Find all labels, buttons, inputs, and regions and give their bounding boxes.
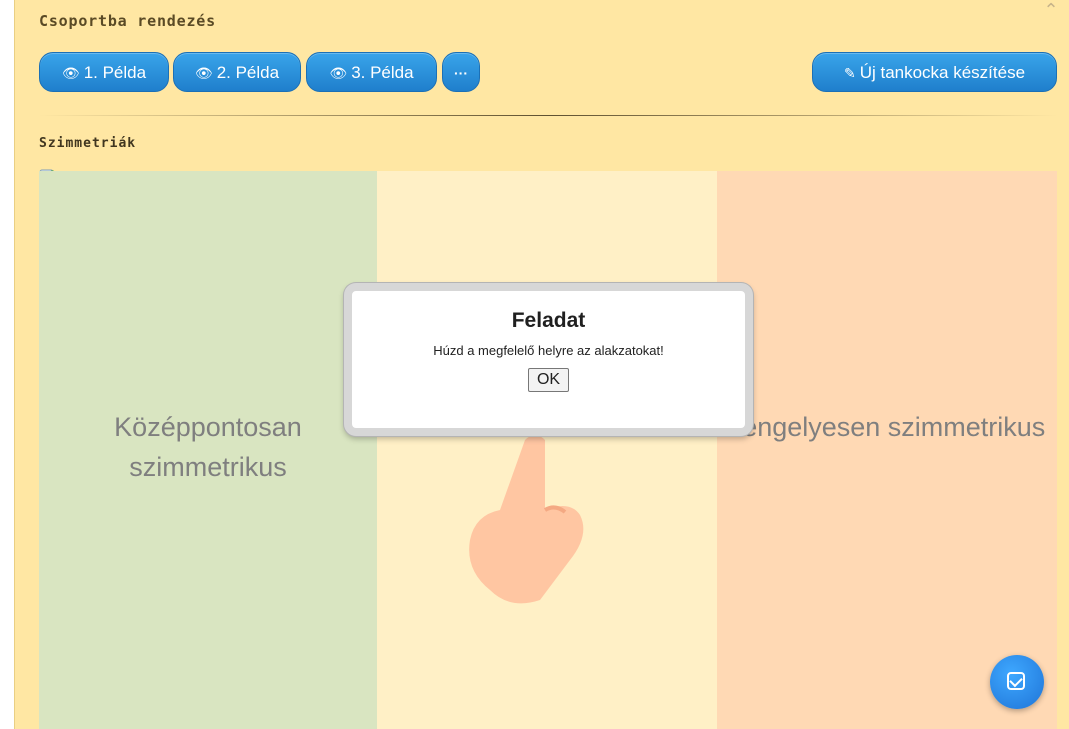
- column-label: Középpontosan szimmetrikus: [114, 412, 302, 482]
- example-2-button[interactable]: 👁 2. Példa: [173, 52, 301, 92]
- ok-button[interactable]: OK: [527, 368, 570, 392]
- sub-title: Szimmetriák: [39, 136, 137, 151]
- divider: [39, 115, 1057, 116]
- more-icon: ···: [454, 65, 468, 81]
- column-central-symmetric[interactable]: Középpontosan szimmetrikus: [39, 171, 377, 729]
- collapse-icon[interactable]: ⌃: [1040, 1, 1062, 19]
- pointing-hand-icon: [469, 435, 584, 604]
- column-axial-symmetric[interactable]: Tengelyesen szimmetrikus: [717, 171, 1057, 729]
- new-card-button[interactable]: ✎ Új tankocka készítése: [812, 52, 1057, 92]
- example-3-button[interactable]: 👁 3. Példa: [306, 52, 437, 92]
- section-title: Csoportba rendezés: [39, 12, 216, 30]
- main-panel: Csoportba rendezés ⌃ 👁 1. Példa 👁 2. Példa…: [14, 0, 1069, 729]
- more-button[interactable]: ···: [442, 52, 480, 92]
- eye-icon: 👁: [329, 65, 348, 81]
- pencil-icon: ✎: [843, 65, 856, 81]
- eye-icon: 👁: [194, 65, 213, 81]
- column-label: Tengelyesen szimmetrikus: [728, 412, 1046, 442]
- new-card-label: Új tankocka készítése: [859, 63, 1026, 82]
- task-dialog: Feladat Húzd a megfelelő helyre az alakz…: [344, 283, 753, 436]
- check-button[interactable]: [990, 655, 1044, 709]
- example-1-button[interactable]: 👁 1. Példa: [39, 52, 169, 92]
- eye-icon: 👁: [61, 65, 80, 81]
- example-3-label: 3. Példa: [351, 63, 414, 82]
- example-1-label: 1. Példa: [83, 63, 147, 82]
- check-icon: [1007, 672, 1025, 690]
- example-2-label: 2. Példa: [216, 63, 280, 82]
- dialog-text: Húzd a megfelelő helyre az alakzatokat!: [433, 343, 664, 358]
- dialog-title: Feladat: [511, 309, 586, 332]
